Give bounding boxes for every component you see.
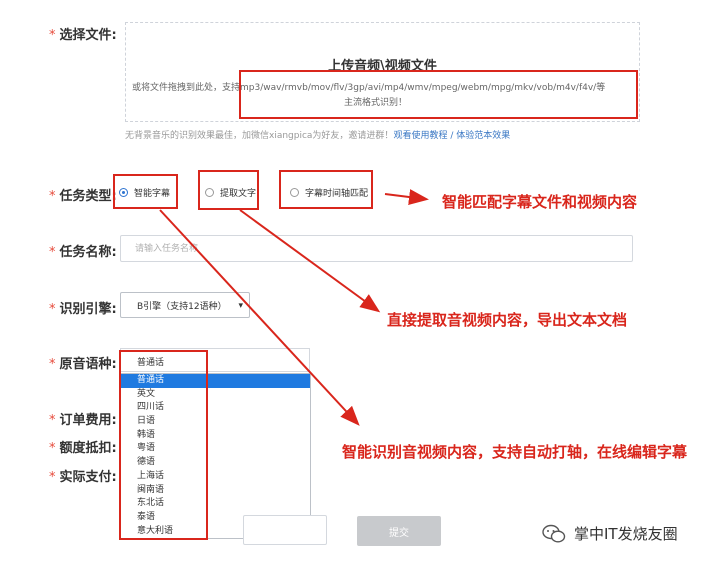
arrow-3 — [159, 209, 360, 426]
wechat-icon — [542, 524, 566, 543]
annotation-arrows — [159, 189, 429, 426]
annotation-smart-match: 智能匹配字幕文件和视频内容 — [442, 193, 638, 211]
watermark: 掌中IT发烧友圈 — [542, 523, 678, 544]
arrow-1 — [384, 189, 429, 205]
annotation-extract-text: 直接提取音视频内容，导出文本文档 — [387, 311, 628, 329]
annotation-smart-recognize: 智能识别音视频内容，支持自动打轴，在线编辑字幕 — [342, 443, 688, 461]
watermark-text: 掌中IT发烧友圈 — [574, 525, 678, 543]
arrow-2 — [239, 209, 381, 313]
